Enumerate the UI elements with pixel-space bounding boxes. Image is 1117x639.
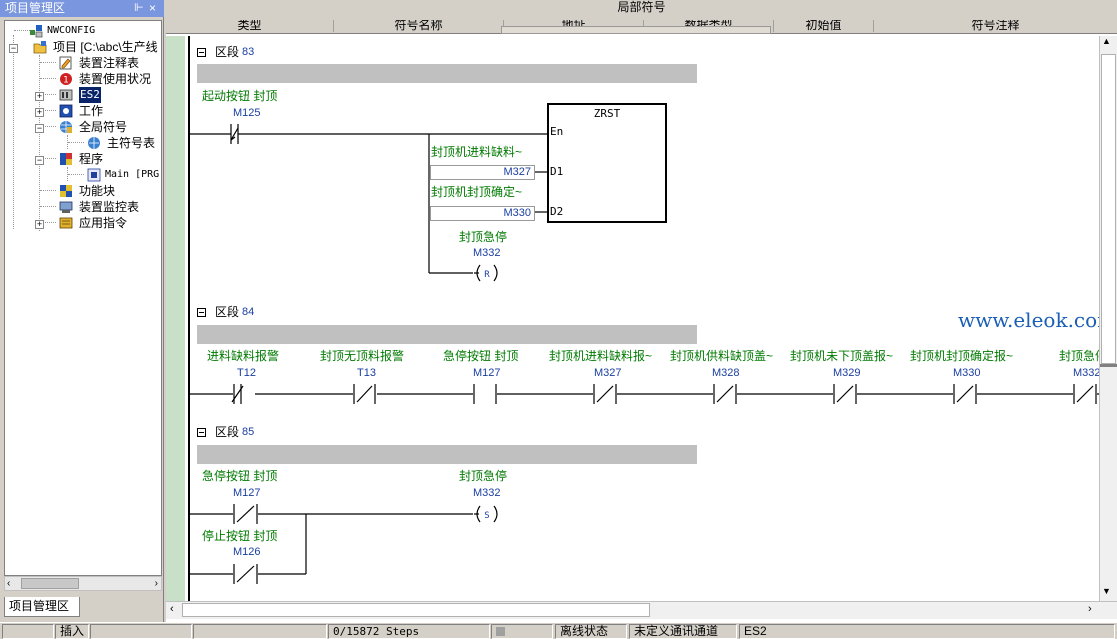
status-empty bbox=[193, 624, 327, 639]
status-mode: 插入 bbox=[55, 624, 89, 639]
main-prg-icon bbox=[87, 168, 101, 182]
tree-item-label: 装置使用状况 bbox=[79, 72, 152, 86]
tree-item-label: ES2 bbox=[79, 87, 101, 103]
project-icon bbox=[33, 41, 47, 54]
collapse-toggle[interactable]: − bbox=[35, 156, 44, 165]
pin-icon[interactable]: ⊩ bbox=[134, 0, 144, 17]
tree-item-app-instructions[interactable]: 应用指令 bbox=[59, 215, 159, 231]
column-header-type[interactable]: 类型 bbox=[166, 20, 334, 32]
function-block-icon bbox=[60, 185, 72, 197]
scroll-thumb[interactable] bbox=[182, 603, 650, 617]
tree-item-label: 全局符号 bbox=[79, 120, 128, 134]
tree-item-label: NWCONFIG bbox=[47, 25, 96, 36]
comment-table-icon bbox=[59, 56, 72, 70]
watermark: www.eleok.com bbox=[958, 308, 1099, 332]
app-instruction-icon bbox=[59, 217, 73, 229]
tab-project-manager[interactable]: 项目管理区 bbox=[4, 597, 80, 617]
tree-item-label: 装置注释表 bbox=[79, 56, 140, 70]
scroll-thumb[interactable] bbox=[1101, 54, 1116, 364]
tree-item-label: 程序 bbox=[79, 152, 104, 166]
tree-item-main-prg[interactable]: Main [PRG bbox=[87, 167, 161, 183]
scroll-left-icon[interactable]: ‹ bbox=[170, 603, 174, 615]
vertical-scrollbar[interactable]: ▲ ▼ bbox=[1099, 36, 1117, 601]
column-header-symbol-comment[interactable]: 符号注释 bbox=[874, 20, 1117, 32]
project-tree: NWCONFIG − 项目 [C:\abc\生产线 装置注释表 1 装置使用状况… bbox=[4, 20, 162, 576]
symbol-table-icon bbox=[88, 137, 100, 149]
scroll-right-icon[interactable]: › bbox=[1088, 603, 1092, 615]
tree-item-monitor-table[interactable]: 装置监控表 bbox=[59, 199, 159, 215]
usage-status-icon: 1 bbox=[60, 73, 72, 86]
tree-item-project[interactable]: 项目 [C:\abc\生产线 bbox=[33, 39, 161, 55]
status-comm: 未定义通讯通道 bbox=[629, 624, 737, 639]
expand-toggle[interactable]: + bbox=[35, 108, 44, 117]
collapse-toggle[interactable]: − bbox=[35, 124, 44, 133]
local-symbol-header: 局部符号 类型 符号名称 地址 数据类型 初始值 符号注释 bbox=[166, 0, 1117, 34]
status-empty bbox=[2, 624, 54, 639]
ladder-editor: 局部符号 类型 符号名称 地址 数据类型 初始值 符号注释 区段 83 起动按钮… bbox=[166, 0, 1117, 622]
device-icon bbox=[59, 89, 73, 101]
local-symbol-title: 局部符号 bbox=[617, 0, 666, 14]
svg-text:1: 1 bbox=[63, 76, 69, 86]
program-icon bbox=[60, 153, 72, 165]
tree-item-label: 主符号表 bbox=[107, 136, 156, 150]
tree-item-function-block[interactable]: 功能块 bbox=[59, 183, 159, 199]
collapse-toggle[interactable]: − bbox=[9, 44, 18, 53]
status-steps: 0/15872 Steps bbox=[328, 624, 490, 639]
status-indicator bbox=[491, 624, 553, 639]
status-bar: 插入 0/15872 Steps 离线状态 未定义通讯通道 ES2 bbox=[0, 622, 1117, 639]
expand-toggle[interactable]: + bbox=[35, 220, 44, 229]
tree-item-label: Main [PRG bbox=[105, 169, 160, 180]
coil-letter: S bbox=[484, 511, 489, 521]
tree-horizontal-scrollbar[interactable]: ‹ › bbox=[4, 576, 162, 591]
scroll-up-icon[interactable]: ▲ bbox=[1102, 36, 1111, 46]
tree-item-label: 装置监控表 bbox=[79, 200, 140, 214]
ladder-diagram: 区段 83 起动按钮 封顶 M125 封顶机进料缺料~ M327 封顶机封顶确定… bbox=[185, 36, 1099, 601]
column-header-symbol-name[interactable]: 符号名称 bbox=[334, 20, 504, 32]
expand-toggle[interactable]: + bbox=[35, 92, 44, 101]
horizontal-scrollbar[interactable]: ‹ › bbox=[166, 601, 1117, 619]
tree-item-global-symbols[interactable]: 全局符号 bbox=[59, 119, 159, 135]
monitor-table-icon bbox=[59, 201, 73, 213]
status-empty bbox=[90, 624, 192, 639]
tree-item-work[interactable]: 工作 bbox=[59, 103, 159, 119]
status-online: 离线状态 bbox=[555, 624, 627, 639]
tree-item-nwconfig[interactable]: NWCONFIG bbox=[29, 23, 159, 39]
tree-item-es2[interactable]: ES2 bbox=[59, 87, 159, 103]
tree-item-label: 项目 [C:\abc\生产线 bbox=[53, 40, 158, 54]
tree-item-label: 应用指令 bbox=[79, 216, 128, 230]
tree-item-main-symbol-table[interactable]: 主符号表 bbox=[87, 135, 161, 151]
project-manager-panel: 项目管理区 ⊩ × NWCONFIG − 项目 [C:\abc\生产线 装置注释… bbox=[0, 0, 164, 622]
global-symbol-icon bbox=[60, 121, 72, 133]
scroll-down-icon[interactable]: ▼ bbox=[1102, 586, 1111, 596]
ladder-left-margin bbox=[166, 36, 185, 601]
tree-item-usage-status[interactable]: 1 装置使用状况 bbox=[59, 71, 159, 87]
tree-item-label: 功能块 bbox=[79, 184, 116, 198]
tree-item-program[interactable]: 程序 bbox=[59, 151, 159, 167]
work-icon bbox=[59, 104, 73, 118]
tree-item-comment-table[interactable]: 装置注释表 bbox=[59, 55, 159, 71]
panel-splitter[interactable] bbox=[501, 26, 771, 34]
config-icon bbox=[30, 25, 43, 38]
status-device: ES2 bbox=[739, 624, 1115, 639]
column-header-initial-value[interactable]: 初始值 bbox=[774, 20, 874, 32]
close-icon[interactable]: × bbox=[149, 0, 156, 17]
tree-item-label: 工作 bbox=[79, 104, 104, 118]
